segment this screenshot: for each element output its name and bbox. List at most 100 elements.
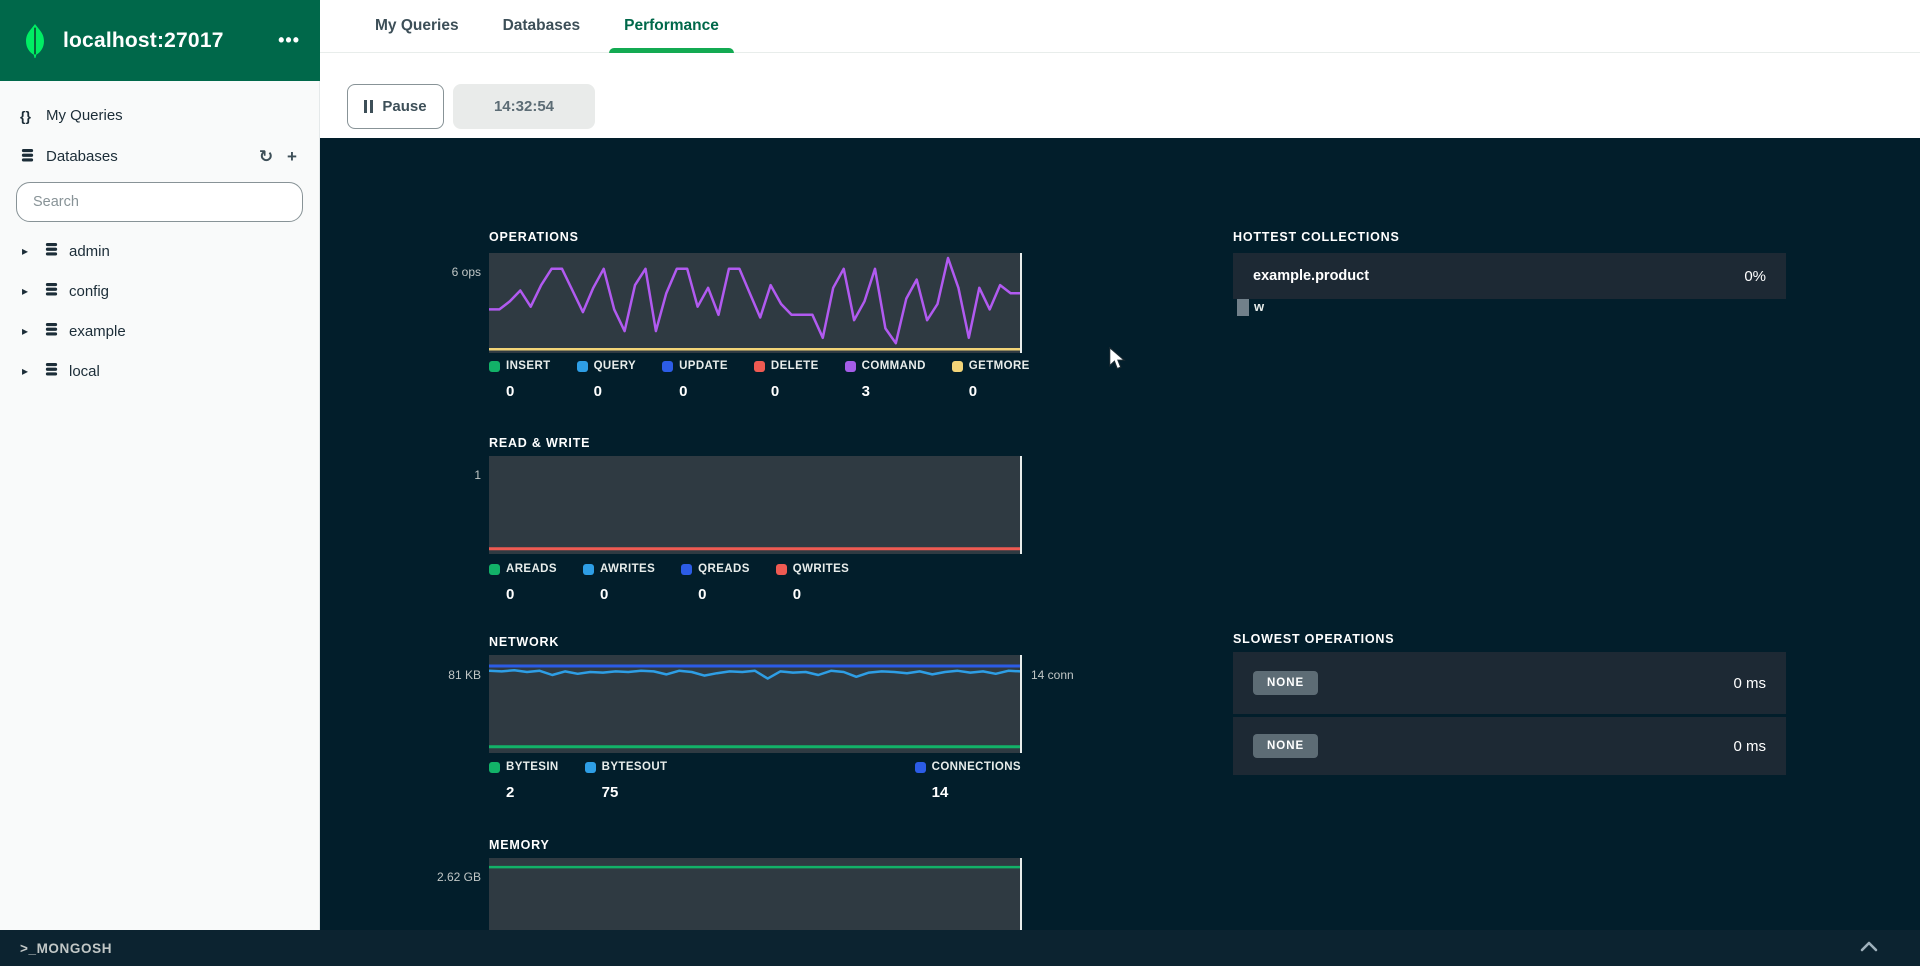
legend-swatch [753, 360, 765, 372]
database-icon [44, 362, 59, 381]
collection-load-percent: 0% [1744, 267, 1766, 285]
network-title: NETWORK [489, 635, 560, 649]
database-icon [44, 322, 59, 341]
sidebar-db-example[interactable]: ▸ example [0, 311, 319, 351]
connection-titlebar: localhost:27017 ••• [0, 0, 320, 81]
legend-item: COMMAND 3 [844, 360, 926, 400]
legend-value: 0 [698, 586, 707, 603]
chevron-up-icon[interactable] [1860, 939, 1878, 957]
legend-swatch [951, 360, 963, 372]
chevron-right-icon[interactable]: ▸ [22, 324, 44, 338]
legend-value: 0 [679, 383, 688, 400]
write-indicator-label: w [1254, 299, 1265, 314]
legend-item: INSERT 0 [489, 360, 551, 400]
network-y-label: 81 KB [448, 668, 481, 682]
legend-swatch [914, 761, 926, 773]
legend-swatch [576, 360, 588, 372]
chevron-right-icon[interactable]: ▸ [22, 284, 44, 298]
sidebar-search [0, 177, 319, 231]
operation-duration: 0 ms [1733, 737, 1766, 755]
hottest-collections-card: example.product 0% w [1233, 253, 1786, 316]
legend-label: QREADS [698, 563, 750, 575]
mongosh-toggle-bar[interactable]: >_MONGOSH [0, 930, 1920, 966]
database-name: admin [69, 242, 110, 260]
legend-label: CONNECTIONS [931, 761, 1021, 773]
create-database-icon[interactable]: + [279, 147, 305, 167]
sidebar-item-label: Databases [46, 148, 118, 165]
operation-badge: NONE [1253, 734, 1319, 758]
tab-databases[interactable]: Databases [488, 0, 596, 52]
legend-label: QUERY [593, 360, 637, 372]
memory-title: MEMORY [489, 838, 550, 852]
legend-label: UPDATE [679, 360, 728, 372]
legend-swatch [582, 563, 594, 575]
legend-item: UPDATE 0 [662, 360, 728, 400]
pause-button[interactable]: Pause [347, 84, 444, 129]
tab-performance[interactable]: Performance [609, 0, 734, 53]
legend-swatch [489, 360, 500, 372]
legend-item: CONNECTIONS 14 [914, 761, 1021, 801]
database-name: example [69, 322, 126, 340]
memory-y-label: 2.62 GB [436, 870, 481, 884]
network-right-label: 14 conn [1031, 668, 1074, 682]
legend-value: 75 [601, 784, 619, 801]
refresh-databases-icon[interactable]: ↻ [253, 147, 279, 167]
legend-item: BYTESOUT 75 [584, 761, 668, 801]
network-legend: BYTESIN 2 BYTESOUT 75 CONNECTIONS 14 [489, 761, 1021, 801]
connection-menu-icon[interactable]: ••• [278, 30, 300, 51]
legend-value: 2 [506, 784, 515, 801]
search-input[interactable] [16, 182, 303, 222]
legend-label: AWRITES [599, 563, 656, 575]
operation-duration: 0 ms [1733, 674, 1766, 692]
hottest-collection-partial-row: w [1233, 299, 1786, 316]
mouse-cursor [1108, 346, 1127, 376]
legend-item: GETMORE 0 [951, 360, 1030, 400]
sidebar-db-local[interactable]: ▸ local [0, 351, 319, 391]
slowest-operations-title: SLOWEST OPERATIONS [1233, 632, 1395, 646]
legend-item: QUERY 0 [576, 360, 637, 400]
hottest-collections-title: HOTTEST COLLECTIONS [1233, 230, 1400, 244]
memory-chart [489, 858, 1022, 930]
legend-item: QWRITES 0 [775, 563, 849, 603]
legend-value: 0 [506, 586, 515, 603]
legend-value: 0 [792, 586, 802, 603]
pause-label: Pause [382, 98, 427, 115]
read-write-legend: AREADS 0 AWRITES 0 QREADS 0 QWRITES 0 [489, 563, 849, 603]
legend-item: QREADS 0 [681, 563, 750, 603]
sidebar-item-databases[interactable]: Databases ↻ + [0, 136, 319, 177]
operations-chart [489, 253, 1022, 353]
legend-label: AREADS [506, 563, 557, 575]
network-chart [489, 655, 1022, 753]
legend-label: INSERT [506, 360, 551, 372]
tab-my-queries[interactable]: My Queries [360, 0, 474, 52]
mongodb-leaf-icon [26, 23, 44, 58]
collection-name: example.product [1253, 268, 1370, 284]
legend-swatch [662, 360, 674, 372]
tab-bar: My Queries Databases Performance [320, 0, 1920, 53]
pause-icon [364, 100, 374, 113]
legend-swatch [681, 563, 693, 575]
legend-value: 0 [770, 383, 780, 400]
legend-swatch [584, 761, 596, 773]
database-name: config [69, 282, 110, 300]
connection-name: localhost:27017 [63, 28, 224, 52]
sidebar-item-my-queries[interactable]: {} My Queries [0, 95, 319, 136]
tab-label: Databases [502, 17, 581, 34]
legend-item: BYTESIN 2 [489, 761, 559, 801]
sidebar: {} My Queries Databases ↻ + ▸ admin ▸ [0, 81, 320, 930]
legend-label: DELETE [770, 360, 819, 372]
operations-y-label: 6 ops [451, 265, 481, 279]
legend-swatch [489, 761, 500, 773]
legend-value: 0 [506, 383, 515, 400]
read-write-y-label: 1 [474, 468, 481, 482]
current-time: 14:32:54 [453, 84, 595, 129]
legend-swatch [489, 563, 500, 575]
legend-value: 0 [593, 383, 602, 400]
chevron-right-icon[interactable]: ▸ [22, 364, 44, 378]
chevron-right-icon[interactable]: ▸ [22, 244, 44, 258]
sidebar-db-config[interactable]: ▸ config [0, 271, 319, 311]
braces-icon: {} [20, 107, 31, 124]
database-icon [20, 148, 46, 166]
sidebar-db-admin[interactable]: ▸ admin [0, 231, 319, 271]
tab-label: My Queries [375, 17, 459, 34]
